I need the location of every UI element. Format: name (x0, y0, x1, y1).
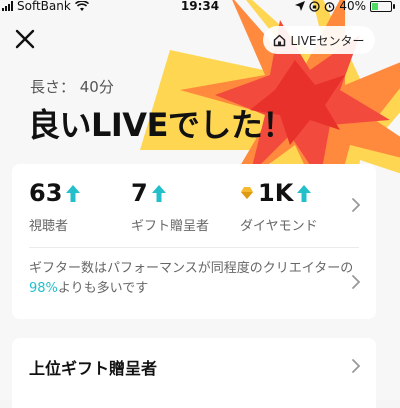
live-duration: 長さ： 40分 (30, 78, 114, 96)
stat-gifters: 7 ギフト贈呈者 (131, 179, 209, 234)
home-icon (274, 34, 286, 46)
stat-label: ギフト贈呈者 (131, 219, 210, 234)
battery-fill (372, 2, 378, 10)
diamond-icon (241, 187, 253, 199)
battery-icon (370, 0, 395, 12)
arrow-up-icon (297, 184, 312, 202)
location-icon (295, 1, 306, 11)
note-text-end: よりも多いです (57, 281, 149, 296)
alarm-icon (324, 1, 335, 12)
status-right: 40% (295, 0, 395, 13)
top-gifters-row[interactable]: 上位ギフト贈呈者 (12, 338, 376, 408)
note-percent: 98% (29, 281, 58, 296)
stat-viewers: 63 視聴者 (29, 179, 81, 234)
top-gifters-title: 上位ギフト贈呈者 (29, 359, 158, 378)
rotation-lock-icon (309, 0, 320, 12)
note-text: ギフター数はパフォーマンスが同程度のクリエイターの (29, 261, 354, 276)
chevron-right-icon[interactable] (351, 358, 361, 374)
stat-label: ダイヤモンド (240, 219, 318, 234)
arrow-up-icon (66, 184, 81, 202)
stat-diamonds: 1K ダイヤモンド (240, 179, 318, 234)
battery-percent: 40% (339, 0, 366, 13)
status-bar: SoftBank 19:34 40% (0, 0, 400, 14)
live-center-label: LIVEセンター (290, 33, 365, 48)
page-title: 良いLIVEでした！ (28, 106, 294, 144)
close-icon[interactable] (12, 26, 38, 52)
chevron-right-icon[interactable] (351, 197, 361, 213)
stat-value: 7 (131, 179, 148, 207)
live-center-button[interactable]: LIVEセンター (263, 26, 375, 54)
stats-card[interactable]: 63 視聴者 7 ギフト贈呈者 1K ダイヤモンド ギフター数はパフォーマンスが… (12, 164, 376, 319)
stat-label: 視聴者 (29, 219, 69, 234)
stat-value: 63 (29, 179, 63, 207)
divider (29, 247, 359, 248)
gifter-comparison-note: ギフター数はパフォーマンスが同程度のクリエイターの 98%よりも多いです (29, 259, 364, 299)
chevron-right-icon[interactable] (351, 274, 361, 290)
stat-value: 1K (258, 179, 294, 207)
arrow-up-icon (151, 184, 166, 202)
